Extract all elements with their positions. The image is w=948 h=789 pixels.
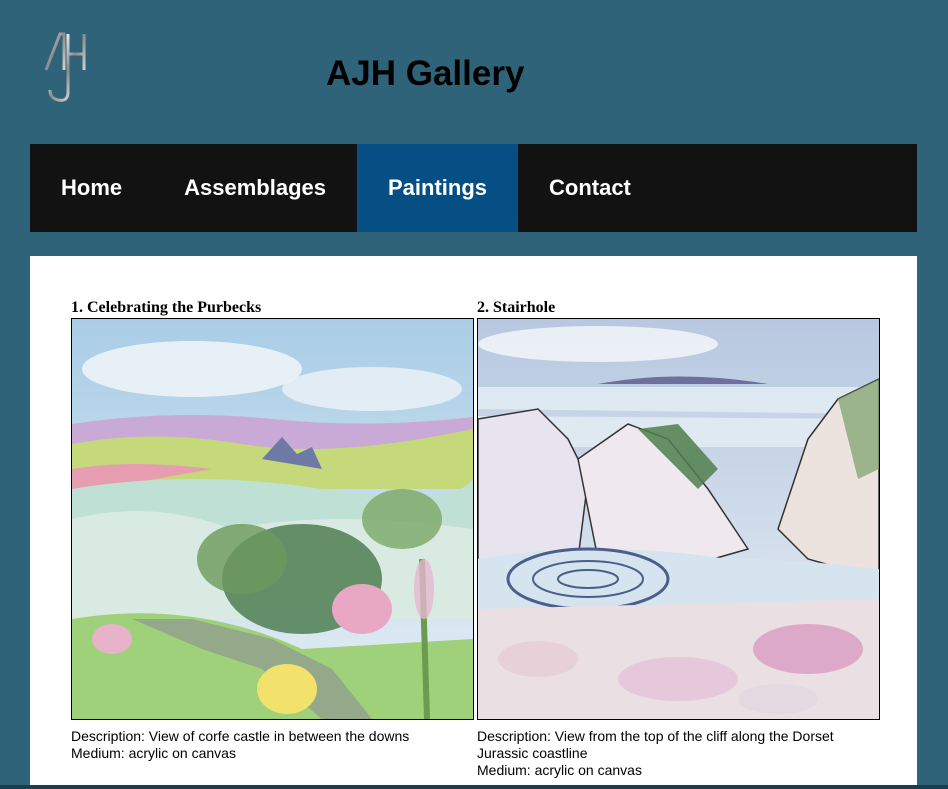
footer-edge [0, 785, 948, 789]
painting-medium: Medium: acrylic on canvas [71, 745, 236, 761]
site-title: AJH Gallery [326, 54, 525, 93]
painting-card: 1. Celebrating the Purbecks Description:… [71, 299, 474, 762]
painting-image[interactable] [477, 318, 880, 720]
painting-medium: Medium: acrylic on canvas [477, 762, 642, 778]
main-nav: Home Assemblages Paintings Contact [30, 144, 917, 232]
painting-image[interactable] [71, 318, 474, 720]
nav-item-contact[interactable]: Contact [518, 144, 662, 232]
site-header: AJH Gallery [0, 0, 948, 144]
painting-card: 2. Stairhole Description: View from the … [477, 299, 880, 779]
painting-description: Description: View of corfe castle in bet… [71, 728, 410, 744]
nav-item-home[interactable]: Home [30, 144, 153, 232]
painting-title: 1. Celebrating the Purbecks [71, 299, 262, 316]
nav-item-paintings[interactable]: Paintings [356, 144, 518, 232]
nav-item-assemblages[interactable]: Assemblages [153, 144, 357, 232]
painting-description: Description: View from the top of the cl… [477, 728, 834, 761]
ajh-logo[interactable] [38, 30, 94, 104]
painting-title: 2. Stairhole [477, 299, 556, 316]
paintings-content: 1. Celebrating the Purbecks Description:… [30, 256, 917, 789]
